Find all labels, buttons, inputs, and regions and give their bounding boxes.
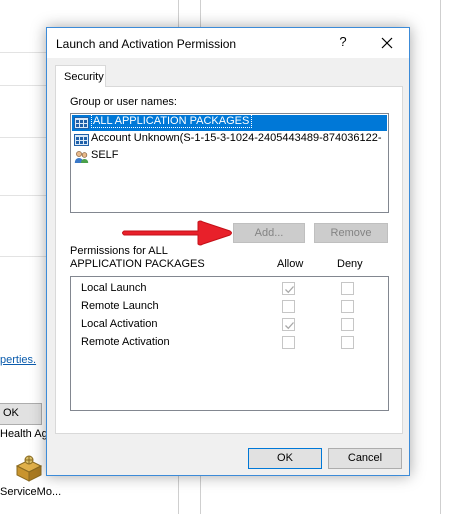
divider (440, 0, 441, 514)
deny-checkbox[interactable] (341, 300, 354, 313)
allow-checkbox[interactable] (282, 318, 295, 331)
permission-label: Local Launch (81, 282, 147, 294)
deny-checkbox[interactable] (341, 336, 354, 349)
add-button[interactable]: Add... (233, 223, 305, 243)
list-item[interactable]: Account Unknown(S-1-15-3-1024-2405443489… (72, 132, 387, 148)
list-item[interactable]: SELF (72, 149, 387, 165)
security-tab-panel: Group or user names: ALL APPLICATION PAC… (55, 86, 403, 434)
service-package-icon (14, 454, 44, 482)
cancel-button[interactable]: Cancel (328, 448, 402, 469)
group-label: Group or user names: (70, 96, 177, 108)
red-arrow-icon (120, 210, 240, 256)
permission-label: Remote Launch (81, 300, 159, 312)
list-item[interactable]: ALL APPLICATION PACKAGES (72, 115, 387, 131)
background-ok-button[interactable]: OK (0, 403, 42, 425)
remove-button[interactable]: Remove (314, 223, 388, 243)
close-icon[interactable] (372, 31, 402, 55)
title-bar[interactable]: Launch and Activation Permission ? (47, 28, 409, 58)
app-packages-icon (74, 133, 89, 147)
user-list[interactable]: ALL APPLICATION PACKAGES Account Unknown… (70, 113, 389, 213)
permission-label: Local Activation (81, 318, 158, 330)
allow-checkbox[interactable] (282, 336, 295, 349)
ok-button[interactable]: OK (248, 448, 322, 469)
permission-label: Remote Activation (81, 336, 170, 348)
allow-checkbox[interactable] (282, 282, 295, 295)
user-name: ALL APPLICATION PACKAGES (91, 115, 253, 128)
deny-checkbox[interactable] (341, 318, 354, 331)
permissions-for-label-line2: APPLICATION PACKAGES (70, 258, 205, 270)
background-window-right (410, 0, 455, 514)
user-name: Account Unknown(S-1-15-3-1024-2405443489… (91, 132, 382, 144)
deny-checkbox[interactable] (341, 282, 354, 295)
allow-column-header: Allow (277, 258, 304, 270)
deny-column-header: Deny (337, 258, 363, 270)
permissions-list: Local Launch Remote Launch Local Activat… (70, 276, 389, 411)
dialog-title: Launch and Activation Permission (56, 37, 237, 51)
service-monitor-label[interactable]: ServiceMo... (0, 486, 61, 498)
user-name: SELF (91, 149, 119, 161)
health-agent-label: Health Ag (0, 428, 48, 440)
tab-security[interactable]: Security (55, 65, 106, 87)
properties-link[interactable]: perties. (0, 354, 36, 366)
app-packages-icon (74, 116, 89, 130)
allow-checkbox[interactable] (282, 300, 295, 313)
user-group-icon (74, 150, 89, 164)
help-button[interactable]: ? (335, 34, 351, 52)
